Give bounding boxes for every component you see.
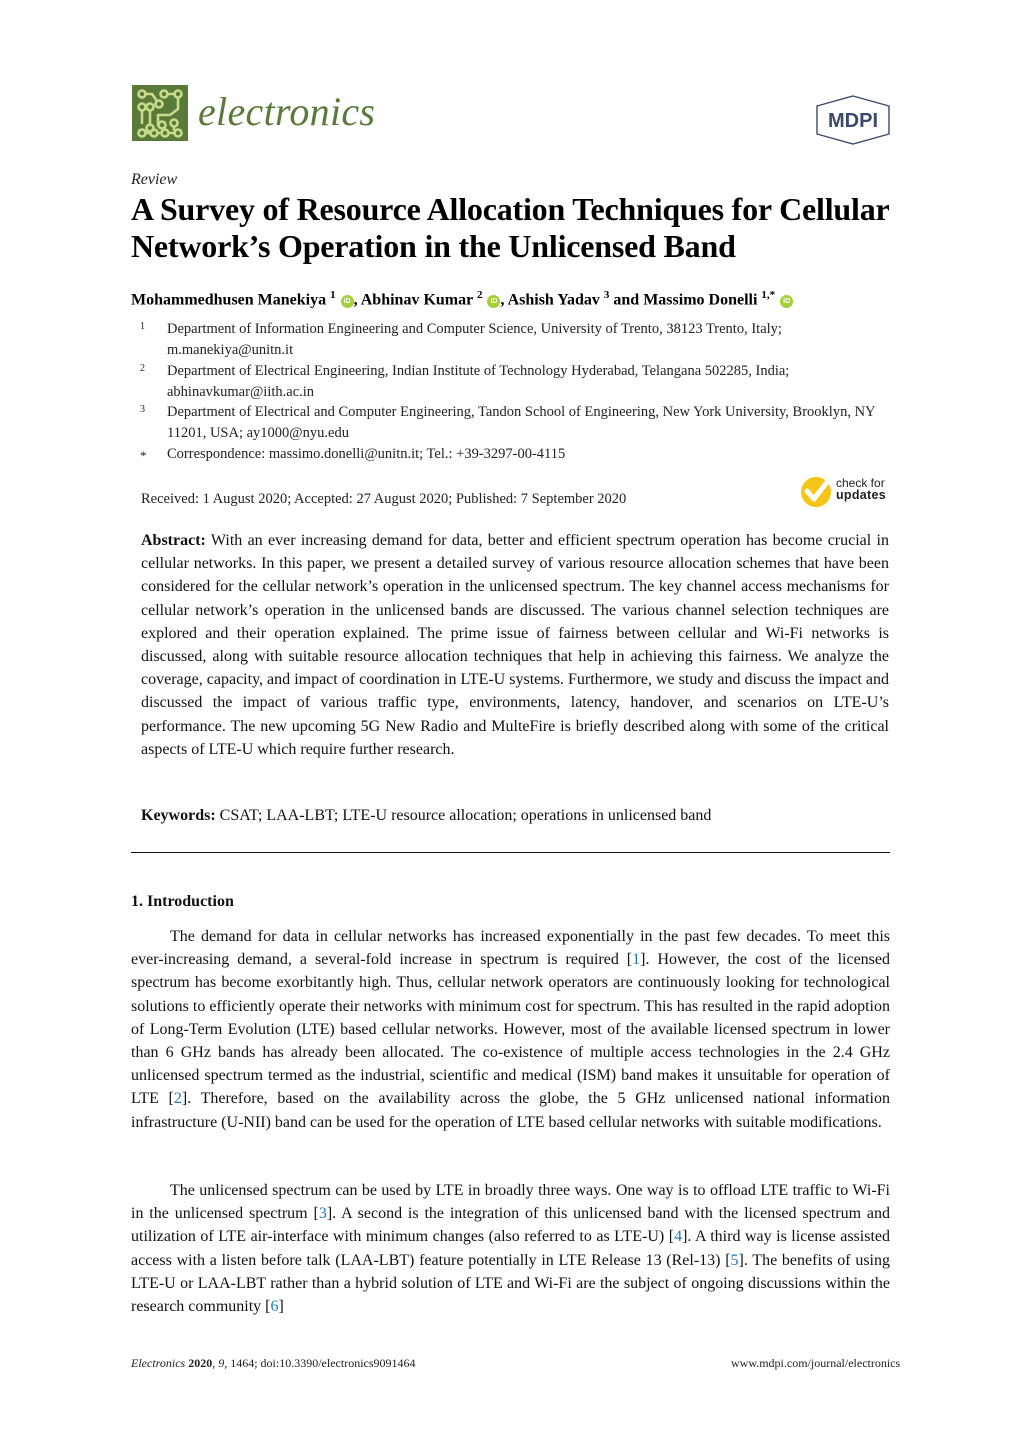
affiliation-text: Department of Information Engineering an… bbox=[167, 321, 782, 358]
check-for-updates-button[interactable]: check for updates bbox=[800, 476, 895, 510]
footer-year: 2020 bbox=[188, 1356, 213, 1370]
affiliation-number: 2 bbox=[140, 363, 145, 374]
journal-name: electronics bbox=[198, 89, 376, 134]
citation-link[interactable]: 1 bbox=[632, 951, 640, 968]
publisher-name: MDPI bbox=[828, 110, 878, 132]
paragraph-text: ]. However, the cost of the licensed spe… bbox=[131, 951, 891, 1108]
abstract: Abstract: With an ever increasing demand… bbox=[141, 529, 889, 761]
affiliation-text: Department of Electrical and Computer En… bbox=[167, 404, 875, 441]
orcid-icon[interactable]: iD bbox=[780, 295, 794, 309]
author-separator: , bbox=[353, 291, 361, 309]
article-title: A Survey of Resource Allocation Techniqu… bbox=[131, 191, 889, 264]
affiliation-number: 1 bbox=[140, 321, 145, 332]
citation-link[interactable]: 6 bbox=[271, 1298, 279, 1315]
correspondence-text: Correspondence: massimo.donelli@unitn.it… bbox=[167, 446, 566, 462]
publication-dates: Received: 1 August 2020; Accepted: 27 Au… bbox=[141, 491, 627, 507]
affiliation-number: * bbox=[140, 448, 147, 463]
section-heading: 1. Introduction bbox=[131, 893, 234, 910]
author-separator: , bbox=[500, 291, 508, 309]
paragraph-text: ]. Therefore, based on the availability … bbox=[131, 1090, 890, 1131]
footer-article-info: , 1464; doi:10.3390/electronics9091464 bbox=[224, 1356, 416, 1370]
author-name: Ashish Yadav bbox=[507, 291, 600, 309]
check-updates-line2: updates bbox=[836, 488, 887, 502]
abstract-label: Abstract: bbox=[141, 532, 206, 549]
author-affiliation-ref: 1 bbox=[330, 289, 336, 301]
footer-journal: Electronics bbox=[131, 1356, 186, 1370]
body-paragraph: The demand for data in cellular networks… bbox=[131, 925, 890, 1134]
citation-link[interactable]: 5 bbox=[731, 1252, 739, 1269]
author-name: Massimo Donelli bbox=[643, 291, 758, 309]
citation-link[interactable]: 4 bbox=[674, 1228, 682, 1245]
article-type: Review bbox=[131, 171, 178, 188]
author-affiliation-ref: 2 bbox=[476, 289, 483, 301]
author-name: Abhinav Kumar bbox=[360, 291, 473, 309]
paragraph-text: ] bbox=[278, 1298, 284, 1316]
citation-link[interactable]: 2 bbox=[174, 1090, 182, 1107]
author-separator: and bbox=[609, 291, 644, 309]
author-affiliation-ref: 1,* bbox=[761, 289, 776, 301]
affiliation-text: Department of Electrical Engineering, In… bbox=[167, 363, 790, 400]
keywords-label: Keywords: bbox=[141, 807, 216, 824]
affiliation-number: 3 bbox=[140, 404, 145, 415]
author-list: Mohammedhusen Manekiya 1 iD, Abhinav Kum… bbox=[131, 289, 911, 309]
orcid-icon[interactable]: iD bbox=[487, 295, 501, 309]
journal-logo-icon bbox=[132, 85, 188, 141]
keywords-text: CSAT; LAA-LBT; LTE-U resource allocation… bbox=[219, 807, 712, 824]
keywords: Keywords: CSAT; LAA-LBT; LTE-U resource … bbox=[141, 804, 889, 827]
orcid-icon[interactable]: iD bbox=[340, 295, 354, 309]
abstract-text: With an ever increasing demand for data,… bbox=[141, 532, 889, 758]
mdpi-logo-icon: MDPI bbox=[813, 94, 893, 146]
citation-link[interactable]: 3 bbox=[319, 1205, 327, 1222]
footer-citation: Electronics 2020, 9, 1464; doi:10.3390/e… bbox=[131, 1356, 416, 1370]
check-updates-icon bbox=[801, 477, 831, 507]
section-divider bbox=[131, 852, 890, 853]
footer-url-link[interactable]: www.mdpi.com/journal/electronics bbox=[731, 1356, 900, 1371]
body-paragraph: The unlicensed spectrum can be used by L… bbox=[131, 1179, 890, 1318]
author-name: Mohammedhusen Manekiya bbox=[131, 291, 327, 309]
